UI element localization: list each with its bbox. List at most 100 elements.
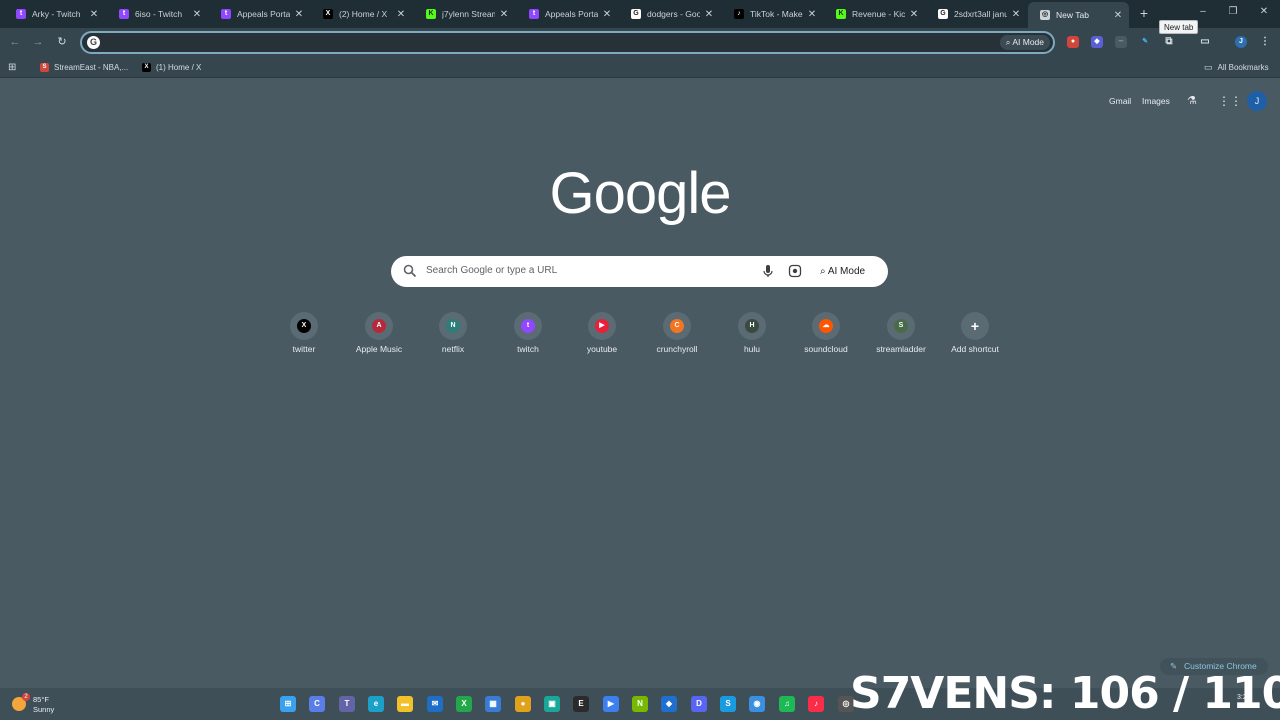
- tab[interactable]: ◎ New Tab ✕: [1028, 2, 1129, 28]
- shortcut-tile[interactable]: ▶ youtube: [567, 312, 637, 354]
- shortcut-tile[interactable]: Sstreamladder: [866, 312, 936, 354]
- close-tab-icon[interactable]: ✕: [1113, 10, 1123, 21]
- close-window-icon[interactable]: ✕: [1257, 6, 1271, 17]
- all-bookmarks-button[interactable]: ▭ All Bookmarks: [1204, 60, 1269, 74]
- forward-button[interactable]: →: [31, 35, 45, 49]
- tab[interactable]: t 6iso - Twitch ✕: [107, 3, 208, 25]
- close-tab-icon[interactable]: ✕: [807, 9, 817, 20]
- app-icon[interactable]: ◆: [661, 696, 677, 712]
- side-panel-icon[interactable]: ▭: [1199, 36, 1211, 48]
- apps-grid-icon[interactable]: ⊞: [8, 60, 16, 74]
- shortcut-tile[interactable]: Nnetflix: [418, 312, 488, 354]
- app-icon[interactable]: ▶: [603, 696, 619, 712]
- shortcut-icon-circle: S: [887, 312, 915, 340]
- back-button[interactable]: ←: [8, 35, 22, 49]
- bookmark-favicon-icon: S: [40, 62, 49, 72]
- new-tab-button[interactable]: +: [1135, 5, 1153, 23]
- tab[interactable]: t Appeals Portal ✕: [209, 3, 310, 25]
- close-tab-icon[interactable]: ✕: [396, 9, 406, 20]
- twitch-icon: t: [119, 9, 129, 19]
- add-shortcut-icon: +: [970, 318, 980, 334]
- shortcut-tile[interactable]: t twitch: [493, 312, 563, 354]
- google-apps-icon[interactable]: ⋮⋮: [1218, 94, 1242, 108]
- shortcut-tile[interactable]: Hhulu: [717, 312, 787, 354]
- tab[interactable]: X (2) Home / X ✕: [311, 3, 412, 25]
- shortcut-tile[interactable]: Ccrunchyroll: [642, 312, 712, 354]
- account-avatar[interactable]: J: [1247, 91, 1267, 111]
- netflix-icon: N: [446, 319, 460, 333]
- extension-icon[interactable]: ✎: [1139, 36, 1151, 48]
- close-tab-icon[interactable]: ✕: [909, 9, 919, 20]
- tab[interactable]: t Arky - Twitch ✕: [4, 3, 105, 25]
- close-tab-icon[interactable]: ✕: [294, 9, 304, 20]
- new-tab-tooltip: New tab: [1159, 20, 1199, 34]
- spotify-icon[interactable]: ♫: [779, 696, 795, 712]
- shortcut-label: Add shortcut: [951, 344, 999, 354]
- close-tab-icon[interactable]: ✕: [89, 9, 99, 20]
- mail-icon[interactable]: ✉: [427, 696, 443, 712]
- store-icon[interactable]: ▦: [485, 696, 501, 712]
- bookmark-item[interactable]: X (1) Home / X: [142, 60, 201, 74]
- skype-icon[interactable]: S: [720, 696, 736, 712]
- copilot-icon[interactable]: C: [309, 696, 325, 712]
- profile-avatar[interactable]: J: [1235, 36, 1247, 48]
- tab[interactable]: K Revenue - Kick ✕: [824, 3, 925, 25]
- shortcut-tile[interactable]: Xtwitter: [269, 312, 339, 354]
- extension-icon[interactable]: ●: [1067, 36, 1079, 48]
- shortcut-tile[interactable]: ☁ soundcloud: [791, 312, 861, 354]
- images-link[interactable]: Images: [1142, 96, 1170, 106]
- nvidia-icon[interactable]: N: [632, 696, 648, 712]
- bookmark-item[interactable]: S StreamEast - NBA,...: [40, 60, 128, 74]
- edge-icon[interactable]: e: [368, 696, 384, 712]
- twitch-icon: t: [521, 319, 535, 333]
- close-tab-icon[interactable]: ✕: [704, 9, 714, 20]
- start-icon[interactable]: ⊞: [280, 696, 296, 712]
- google-lens-icon[interactable]: [788, 264, 802, 278]
- tab-title: Appeals Portal: [545, 9, 598, 19]
- apple-music-icon[interactable]: ♪: [808, 696, 824, 712]
- minimize-icon[interactable]: –: [1196, 6, 1210, 17]
- restore-icon[interactable]: ❐: [1226, 6, 1240, 17]
- file-explorer-icon[interactable]: ▬: [397, 696, 413, 712]
- labs-flask-icon[interactable]: ⚗: [1187, 94, 1197, 107]
- microphone-icon[interactable]: [761, 264, 775, 278]
- omnibox-ai-mode-button[interactable]: ⌕ AI Mode: [999, 35, 1050, 50]
- add-shortcut-tile[interactable]: + Add shortcut: [940, 312, 1010, 354]
- tab[interactable]: ♪ TikTok - Make Y ✕: [722, 3, 823, 25]
- close-tab-icon[interactable]: ✕: [1011, 9, 1021, 20]
- app-icon[interactable]: ▣: [544, 696, 560, 712]
- extension-icon[interactable]: ◆: [1091, 36, 1103, 48]
- tab-title: TikTok - Make Y: [750, 9, 803, 19]
- reload-button[interactable]: ↻: [55, 35, 69, 49]
- search-box[interactable]: Search Google or type a URL ⌕ AI Mode: [391, 256, 888, 287]
- shortcut-icon-circle: C: [663, 312, 691, 340]
- discord-icon[interactable]: D: [691, 696, 707, 712]
- close-tab-icon[interactable]: ✕: [499, 9, 509, 20]
- app-icon[interactable]: ◉: [749, 696, 765, 712]
- tab[interactable]: t Appeals Portal ✕: [517, 3, 618, 25]
- bookmark-label: StreamEast - NBA,...: [54, 62, 129, 72]
- tab-title: Revenue - Kick: [852, 9, 905, 19]
- x-icon: X: [323, 9, 333, 19]
- search-input[interactable]: Search Google or type a URL: [426, 265, 557, 276]
- tab[interactable]: Gdodgers - Goo ✕: [619, 3, 720, 25]
- close-tab-icon[interactable]: ✕: [602, 9, 612, 20]
- soundcloud-icon: ☁: [819, 319, 833, 333]
- tab[interactable]: G 2sdxrt3all janu ✕: [926, 3, 1027, 25]
- gmail-link[interactable]: Gmail: [1109, 96, 1131, 106]
- close-tab-icon[interactable]: ✕: [192, 9, 202, 20]
- shortcut-tile[interactable]: A Apple Music: [344, 312, 414, 354]
- search-ai-mode-button[interactable]: ⌕ AI Mode: [815, 263, 870, 280]
- kick-icon: K: [836, 9, 846, 19]
- tab[interactable]: Kj7ylenn Stream ✕: [414, 3, 515, 25]
- address-bar[interactable]: G ⌕ AI Mode: [80, 31, 1055, 54]
- extension-icon[interactable]: ∼: [1115, 36, 1127, 48]
- epic-games-icon[interactable]: E: [573, 696, 589, 712]
- menu-icon[interactable]: ⋮: [1259, 36, 1271, 48]
- chrome-icon[interactable]: ●: [515, 696, 531, 712]
- xbox-icon[interactable]: X: [456, 696, 472, 712]
- teams-icon[interactable]: T: [339, 696, 355, 712]
- shortcut-label: streamladder: [876, 344, 926, 354]
- tab-strip: t Arky - Twitch ✕ t 6iso - Twitch ✕ t Appeals P…: [0, 0, 1280, 34]
- extensions-puzzle-icon[interactable]: ⧉: [1163, 36, 1175, 48]
